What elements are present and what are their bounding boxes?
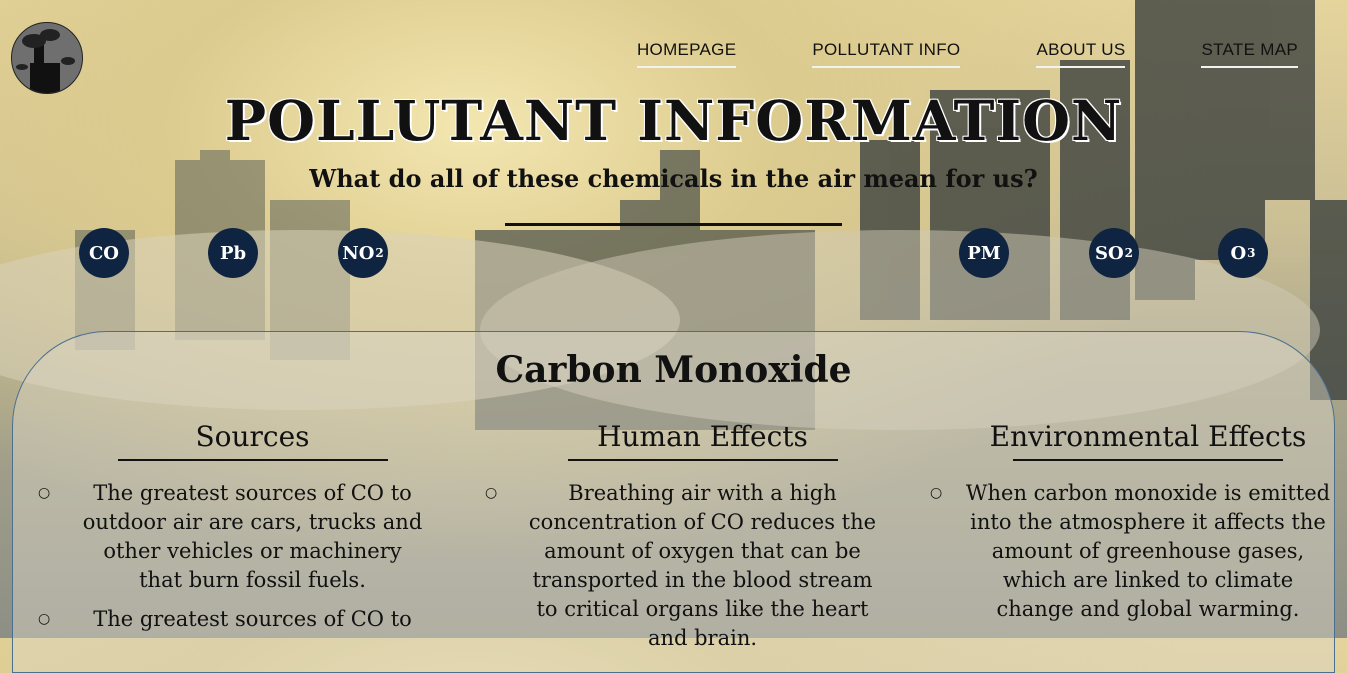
pollutant-label: Pb	[219, 242, 247, 264]
pollutant-label: NO	[342, 242, 375, 264]
pollutant-button-pm[interactable]: PM	[959, 228, 1009, 278]
pollutant-label: CO	[88, 242, 119, 264]
pollutant-label: O	[1230, 242, 1247, 264]
sources-column: Sources ○ The greatest sources of CO to …	[38, 420, 425, 644]
nav-item-about-us[interactable]: ABOUT US	[1036, 40, 1126, 68]
pollutant-button-pb[interactable]: Pb	[208, 228, 258, 278]
list-item-text: The greatest sources of CO to outdoor ai…	[82, 481, 423, 592]
list-item: ○ The greatest sources of CO to outdoor …	[38, 479, 425, 595]
nav-item-pollutant-info[interactable]: POLLUTANT INFO	[812, 40, 961, 68]
nav-item-homepage[interactable]: HOMEPAGE	[636, 40, 737, 68]
list-item-text: The greatest sources of CO to	[93, 607, 412, 631]
hollow-circle-bullet-icon: ○	[38, 611, 51, 627]
pollutant-button-co[interactable]: CO	[79, 228, 129, 278]
site-logo[interactable]	[11, 22, 83, 94]
title-divider	[505, 223, 842, 226]
list-item: ○ When carbon monoxide is emitted into t…	[930, 479, 1334, 624]
heading-underline	[117, 459, 388, 461]
nav-item-state-map[interactable]: STATE MAP	[1201, 40, 1298, 68]
pollutant-label: PM	[967, 242, 1001, 264]
list-item: ○ The greatest sources of CO to	[38, 605, 425, 634]
human-effects-column: Human Effects ○ Breathing air with a hig…	[485, 420, 885, 663]
heading-underline	[1013, 459, 1283, 461]
human-effects-heading: Human Effects	[597, 420, 808, 453]
environmental-effects-list: ○ When carbon monoxide is emitted into t…	[930, 479, 1334, 624]
sources-heading: Sources	[195, 420, 310, 453]
pollutant-subscript: 2	[1124, 246, 1134, 260]
hollow-circle-bullet-icon: ○	[930, 485, 943, 501]
sources-list: ○ The greatest sources of CO to outdoor …	[38, 479, 425, 634]
pollutant-label: SO	[1094, 242, 1124, 264]
human-effects-list: ○ Breathing air with a high concentratio…	[485, 479, 885, 653]
hollow-circle-bullet-icon: ○	[485, 485, 498, 501]
main-nav: HOMEPAGE POLLUTANT INFO ABOUT US STATE M…	[636, 40, 1298, 68]
panel-title: Carbon Monoxide	[495, 349, 852, 391]
pollutant-button-so2[interactable]: SO 2	[1089, 228, 1139, 278]
list-item-text: Breathing air with a high concentration …	[528, 481, 877, 650]
pollutant-subscript: 2	[375, 246, 384, 260]
environmental-effects-column: Environmental Effects ○ When carbon mono…	[930, 420, 1334, 634]
environmental-effects-heading: Environmental Effects	[989, 420, 1307, 453]
pollutant-button-no2[interactable]: NO 2	[338, 228, 388, 278]
page-subtitle: What do all of these chemicals in the ai…	[309, 164, 1038, 193]
factory-smoke-logo-icon	[16, 29, 75, 93]
page-title: POLLUTANT INFORMATION	[224, 88, 1123, 153]
pollutant-button-o3[interactable]: O3	[1218, 228, 1268, 278]
hollow-circle-bullet-icon: ○	[38, 485, 51, 501]
heading-underline	[567, 459, 838, 461]
list-item-text: When carbon monoxide is emitted into the…	[965, 481, 1331, 621]
list-item: ○ Breathing air with a high concentratio…	[485, 479, 885, 653]
pollutant-subscript: 3	[1247, 246, 1256, 260]
